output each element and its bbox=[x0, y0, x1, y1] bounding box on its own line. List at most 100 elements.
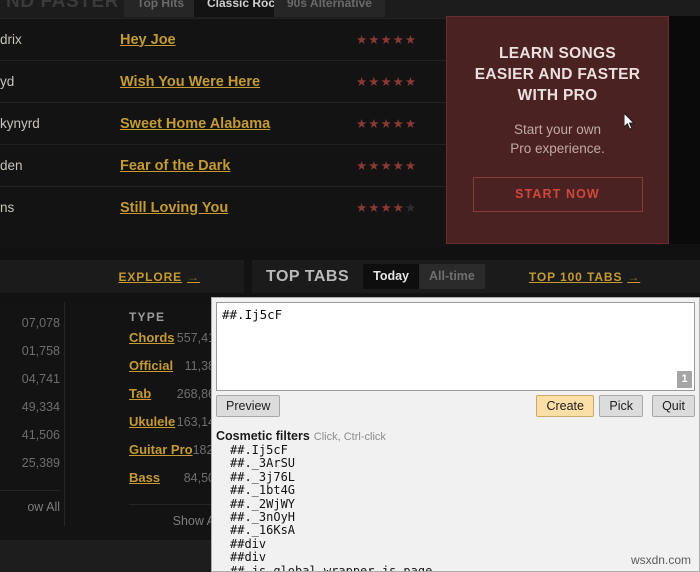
rating-stars: ★★★★★ bbox=[356, 201, 418, 215]
watermark: wsxdn.com bbox=[628, 553, 693, 567]
song-title[interactable]: Hey Joe bbox=[120, 32, 176, 48]
table-row[interactable]: kynyrd Sweet Home Alabama ★★★★★ bbox=[0, 103, 448, 145]
list-item[interactable]: Tab 268,86 bbox=[129, 386, 215, 414]
table-row[interactable]: den Fear of the Dark ★★★★★ bbox=[0, 145, 448, 187]
arrow-right-icon: → bbox=[627, 269, 641, 284]
list-item[interactable]: 07,078 bbox=[0, 316, 60, 344]
promo-subtext-line1: Start your own bbox=[513, 122, 602, 137]
list-item[interactable]: ##._3nOyH bbox=[230, 510, 699, 524]
rating-stars: ★★★★★ bbox=[356, 159, 418, 173]
range-option-today[interactable]: Today bbox=[363, 264, 420, 289]
list-item[interactable]: ##._3j76L bbox=[230, 470, 699, 484]
facet-type-tab[interactable]: Tab bbox=[129, 386, 151, 401]
pick-button[interactable]: Pick bbox=[599, 395, 643, 417]
table-row[interactable]: drix Hey Joe ★★★★★ bbox=[0, 19, 448, 61]
list-item[interactable]: 49,334 bbox=[0, 400, 60, 428]
list-item[interactable]: 25,389 bbox=[0, 456, 60, 484]
promo-headline-line2: EASIER AND FASTER bbox=[474, 66, 641, 83]
song-artist: kynyrd bbox=[0, 116, 40, 131]
facet-type-heading: TYPE bbox=[129, 310, 166, 324]
list-item[interactable]: Chords 557,41 bbox=[129, 330, 215, 358]
top-100-tabs-link[interactable]: TOP 100 TABS → bbox=[529, 270, 640, 284]
explore-link-label: EXPLORE bbox=[118, 269, 183, 284]
pro-promo-panel[interactable]: LEARN SONGS EASIER AND FASTER WITH PRO S… bbox=[446, 16, 669, 244]
list-item[interactable]: ##._16KsA bbox=[230, 524, 699, 538]
facet-left-count: 25,389 bbox=[21, 456, 60, 470]
list-item[interactable]: 01,758 bbox=[0, 344, 60, 372]
promo-headline: LEARN SONGS EASIER AND FASTER WITH PRO bbox=[447, 43, 668, 106]
genre-tab-top-hits[interactable]: Top Hits bbox=[124, 0, 198, 17]
facet-type-bass[interactable]: Bass bbox=[129, 470, 160, 485]
facet-type-official[interactable]: Official bbox=[129, 358, 173, 373]
filter-count-badge: 1 bbox=[677, 371, 692, 388]
promo-subtext: Start your own Pro experience. bbox=[447, 120, 668, 158]
facet-type-chords[interactable]: Chords bbox=[129, 330, 175, 345]
song-artist: yd bbox=[0, 74, 15, 89]
facet-left-count: 49,334 bbox=[21, 400, 60, 414]
range-option-all-time[interactable]: All-time bbox=[419, 264, 485, 289]
song-list: drix Hey Joe ★★★★★ yd Wish You Were Here… bbox=[0, 18, 448, 247]
facet-left-count: 04,741 bbox=[21, 372, 60, 386]
promo-headline-line3: WITH PRO bbox=[517, 87, 598, 104]
start-now-button[interactable]: START NOW bbox=[472, 177, 643, 212]
top-100-tabs-label: TOP 100 TABS bbox=[528, 269, 623, 284]
facet-type-count: 163,14 bbox=[176, 415, 215, 429]
filter-textarea-wrap: 1 bbox=[216, 302, 695, 391]
preview-button[interactable]: Preview bbox=[216, 395, 281, 417]
song-title[interactable]: Sweet Home Alabama bbox=[120, 116, 270, 132]
facet-column-type: TYPE Chords 557,41 Official 11,38 Tab 26… bbox=[64, 302, 231, 528]
ublock-element-picker-dialog[interactable]: 1 Preview Create Pick Quit Cosmetic filt… bbox=[211, 297, 700, 572]
rating-stars: ★★★★★ bbox=[356, 33, 418, 47]
cosmetic-filters-heading: Cosmetic filters Click, Ctrl-click bbox=[216, 429, 699, 443]
facet-type-count: 557,41 bbox=[176, 331, 215, 345]
list-item[interactable]: ##._2WjWY bbox=[230, 497, 699, 511]
promo-subtext-line2: Pro experience. bbox=[510, 141, 605, 156]
rating-stars: ★★★★★ bbox=[356, 117, 418, 131]
explore-link[interactable]: EXPLORE → bbox=[118, 270, 200, 284]
filter-input[interactable] bbox=[216, 302, 695, 391]
table-row[interactable]: yd Wish You Were Here ★★★★★ bbox=[0, 61, 448, 103]
promo-right-gutter bbox=[669, 16, 700, 244]
range-toggle: Today All-time bbox=[363, 264, 485, 289]
hero-heading-fragment: ND FASTER bbox=[6, 0, 120, 12]
table-row[interactable]: ns Still Loving You ★★★★★ bbox=[0, 187, 448, 228]
cosmetic-filter-candidate-list: ##.Ij5cF ##._3ArSU ##._3j76L ##._1bt4G #… bbox=[212, 443, 699, 571]
facet-left-count: 41,506 bbox=[21, 428, 60, 442]
create-button[interactable]: Create bbox=[536, 395, 594, 417]
rating-stars: ★★★★★ bbox=[356, 75, 418, 89]
explore-bar: EXPLORE → bbox=[0, 260, 244, 293]
list-item[interactable]: 41,506 bbox=[0, 428, 60, 456]
facet-left-count: 01,758 bbox=[21, 344, 60, 358]
song-artist: ns bbox=[0, 200, 15, 215]
promo-headline-line1: LEARN SONGS bbox=[499, 45, 616, 62]
song-title[interactable]: Fear of the Dark bbox=[120, 158, 230, 174]
top-tabs-heading: TOP TABS bbox=[266, 267, 350, 285]
list-item[interactable]: ##._1bt4G bbox=[230, 483, 699, 497]
song-title[interactable]: Still Loving You bbox=[120, 200, 228, 216]
facet-left-show-all[interactable]: ow All bbox=[0, 491, 60, 514]
list-item[interactable]: Bass 84,50 bbox=[129, 470, 215, 498]
list-item[interactable]: Ukulele 163,14 bbox=[129, 414, 215, 442]
genre-tab-90s-alternative[interactable]: 90s Alternative bbox=[274, 0, 385, 17]
list-item[interactable]: ##div bbox=[230, 537, 699, 551]
picker-button-row: Preview Create Pick Quit bbox=[216, 395, 695, 423]
song-title[interactable]: Wish You Were Here bbox=[120, 74, 260, 90]
section-divider bbox=[0, 246, 700, 260]
cosmetic-filters-title: Cosmetic filters bbox=[216, 429, 310, 443]
song-artist: den bbox=[0, 158, 23, 173]
facet-type-ukulele[interactable]: Ukulele bbox=[129, 414, 175, 429]
list-item[interactable]: Guitar Pro 182,38 bbox=[129, 442, 231, 470]
facet-column-left: 07,078 01,758 04,741 49,334 41,506 25,38… bbox=[0, 302, 60, 514]
facet-type-show-all[interactable]: Show A bbox=[129, 505, 215, 528]
cosmetic-filters-hint: Click, Ctrl-click bbox=[313, 431, 386, 443]
facet-type-guitar-pro[interactable]: Guitar Pro bbox=[129, 442, 193, 457]
quit-button[interactable]: Quit bbox=[652, 395, 695, 417]
list-item[interactable]: 04,741 bbox=[0, 372, 60, 400]
facet-left-count: 07,078 bbox=[21, 316, 60, 330]
facet-type-count: 268,86 bbox=[176, 387, 215, 401]
song-artist: drix bbox=[0, 32, 22, 47]
list-item[interactable]: ##.Ij5cF bbox=[230, 443, 699, 457]
top-tabs-bar: TOP TABS Today All-time TOP 100 TABS → bbox=[252, 260, 700, 293]
list-item[interactable]: ##._3ArSU bbox=[230, 456, 699, 470]
list-item[interactable]: Official 11,38 bbox=[129, 358, 215, 386]
